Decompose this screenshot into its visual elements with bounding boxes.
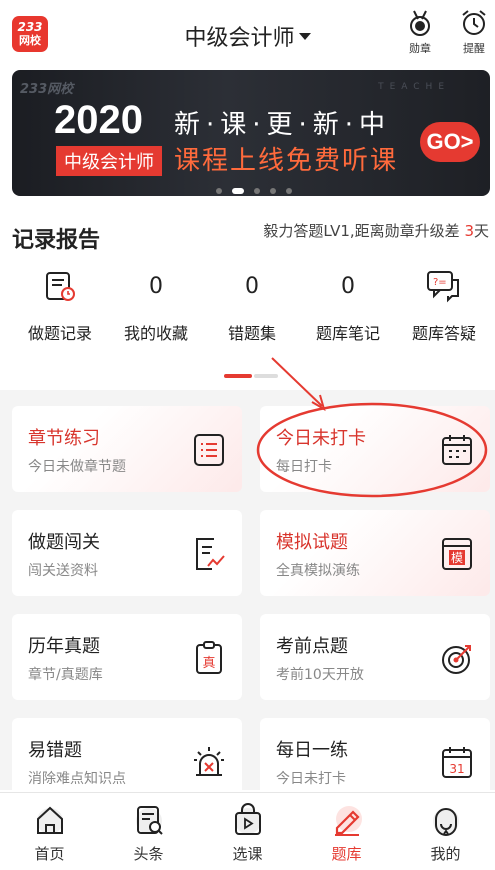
stat-label: 我的收藏 xyxy=(123,324,188,343)
calendar-daily-icon: 31 xyxy=(442,747,472,778)
medal-label: 勋章 xyxy=(409,42,431,55)
reminder-label: 提醒 xyxy=(463,42,485,55)
carousel-dot-active xyxy=(232,187,244,194)
tab-label: 选课 xyxy=(232,845,263,863)
target-icon xyxy=(442,645,471,674)
banner-brand: 233网校 xyxy=(20,82,74,97)
tab-home[interactable]: 首页 xyxy=(0,803,99,864)
stat-label: 题库笔记 xyxy=(315,324,380,343)
svg-text:?=: ?= xyxy=(433,277,447,288)
stat-notes[interactable]: 0 题库笔记 xyxy=(300,262,396,344)
stat-wrong-questions[interactable]: 0 错题集 xyxy=(204,262,300,344)
carousel-dot xyxy=(254,187,260,194)
card-title: 做题闯关 xyxy=(28,532,100,553)
page-indicator-inactive xyxy=(254,374,278,378)
stat-practice-record[interactable]: 做题记录 xyxy=(12,262,108,344)
card-daily-checkin[interactable]: 今日未打卡 每日打卡 xyxy=(260,406,490,492)
card-subtitle: 消除难点知识点 xyxy=(28,771,126,787)
card-mock-exam[interactable]: 模拟试题 全真模拟演练 模 xyxy=(260,510,490,596)
mock-exam-icon-text: 模 xyxy=(451,551,463,565)
alarm-light-icon xyxy=(194,747,224,776)
progress-document-icon xyxy=(196,538,225,570)
card-subtitle: 每日打卡 xyxy=(276,459,332,475)
card-subtitle: 考前10天开放 xyxy=(276,667,364,683)
tab-profile[interactable]: 我的 xyxy=(396,803,495,864)
card-past-exams[interactable]: 历年真题 章节/真题库 真 xyxy=(12,614,242,700)
caret-down-icon[interactable] xyxy=(298,32,311,40)
card-title: 今日未打卡 xyxy=(276,428,366,449)
news-icon xyxy=(135,806,163,835)
stat-value: 0 xyxy=(341,273,355,299)
card-title: 章节练习 xyxy=(28,428,100,449)
note-suffix: 天 xyxy=(473,222,489,240)
card-title: 历年真题 xyxy=(28,636,100,657)
stat-value: 0 xyxy=(245,273,259,299)
medal-icon xyxy=(410,10,430,36)
stat-label: 做题记录 xyxy=(27,324,92,343)
note-days-count: 3 xyxy=(464,222,474,240)
level-progress-note: 毅力答题LV1,距离勋章升级差 3天 xyxy=(263,220,489,241)
mock-exam-icon: 模 xyxy=(442,538,472,570)
stat-value: 0 xyxy=(149,273,163,299)
card-title: 考前点题 xyxy=(276,636,348,657)
card-subtitle: 全真模拟演练 xyxy=(276,563,360,579)
page-title[interactable]: 中级会计师 xyxy=(184,26,294,51)
chat-question-icon: ?= xyxy=(427,271,459,303)
card-subtitle: 今日未做章节题 xyxy=(28,459,126,475)
clipboard-icon-text: 真 xyxy=(202,656,215,671)
page-indicator-active xyxy=(224,374,252,378)
banner-subheadline: 课程上线免费听课 xyxy=(174,146,399,176)
stat-label: 错题集 xyxy=(227,324,276,343)
card-subtitle: 章节/真题库 xyxy=(28,667,103,683)
reminder-button[interactable]: 提醒 xyxy=(454,8,494,64)
profile-icon xyxy=(432,808,459,836)
card-title: 模拟试题 xyxy=(276,532,348,553)
medal-button[interactable]: 勋章 xyxy=(400,8,440,64)
banner-watermark: TEACHE xyxy=(378,82,450,92)
stats-page-indicator xyxy=(224,374,278,378)
home-icon xyxy=(36,806,63,834)
tab-courses[interactable]: 选课 xyxy=(198,803,297,864)
carousel-dot xyxy=(270,187,276,194)
record-stats: 做题记录 0 我的收藏 0 错题集 0 题库笔记 ?= 题库答疑 xyxy=(0,262,495,352)
alarm-clock-icon xyxy=(462,10,486,35)
promo-banner[interactable]: 233网校 TEACHE 2020 中级会计师 新·课·更·新·中 课程上线免费… xyxy=(12,70,490,196)
stat-qa[interactable]: ?= 题库答疑 xyxy=(396,262,492,344)
banner-year: 2020 xyxy=(54,98,143,142)
tab-label: 题库 xyxy=(331,845,362,863)
carousel-dot xyxy=(286,187,292,194)
card-title: 每日一练 xyxy=(276,740,348,761)
carousel-indicator xyxy=(216,180,302,196)
card-title: 易错题 xyxy=(28,740,82,761)
note-prefix: 毅力答题LV1,距离勋章升级差 xyxy=(263,222,460,240)
course-bag-icon xyxy=(234,803,261,835)
tab-label: 头条 xyxy=(133,845,164,863)
card-challenge[interactable]: 做题闯关 闯关送资料 xyxy=(12,510,242,596)
carousel-dot xyxy=(216,187,222,194)
card-chapter-practice[interactable]: 章节练习 今日未做章节题 xyxy=(12,406,242,492)
bottom-tab-bar: 首页 头条 选课 题库 我的 xyxy=(0,792,495,870)
card-subtitle: 今日未打卡 xyxy=(276,771,346,787)
app-header: 233 网校 中级会计师 勋章 提醒 xyxy=(0,0,495,68)
pencil-icon xyxy=(334,806,362,836)
stat-label: 题库答疑 xyxy=(411,324,476,343)
clipboard-real-icon: 真 xyxy=(196,641,222,674)
banner-go-button[interactable]: GO> xyxy=(420,122,480,162)
tab-label: 首页 xyxy=(34,845,65,863)
calendar-day-text: 31 xyxy=(449,762,464,776)
card-subtitle: 闯关送资料 xyxy=(28,563,98,579)
calendar-checkin-icon xyxy=(442,435,472,465)
banner-badge: 中级会计师 xyxy=(56,146,162,176)
tab-label: 我的 xyxy=(430,845,461,863)
record-report-title: 记录报告 xyxy=(12,228,101,253)
stat-favorites[interactable]: 0 我的收藏 xyxy=(108,262,204,344)
document-list-icon xyxy=(194,434,224,466)
card-pre-exam-tips[interactable]: 考前点题 考前10天开放 xyxy=(260,614,490,700)
calendar-record-icon xyxy=(46,272,75,301)
tab-news[interactable]: 头条 xyxy=(99,803,198,864)
tab-question-bank[interactable]: 题库 xyxy=(297,803,396,864)
banner-headline: 新·课·更·新·中 xyxy=(174,110,392,140)
